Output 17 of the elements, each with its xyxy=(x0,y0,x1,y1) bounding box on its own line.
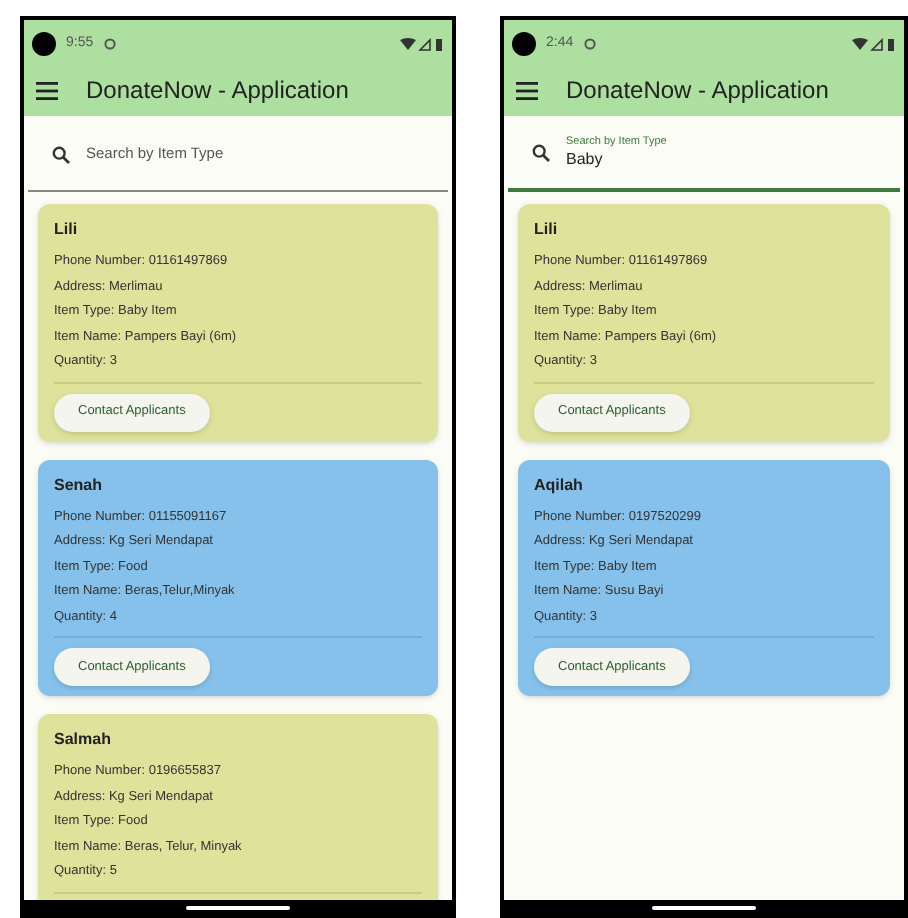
menu-icon[interactable] xyxy=(36,81,58,99)
search-icon xyxy=(52,145,70,163)
applicant-name: Salmah xyxy=(54,728,113,752)
applicant-name: Lili xyxy=(534,218,560,242)
settings-icon xyxy=(583,38,596,50)
home-handle-icon[interactable] xyxy=(652,906,756,910)
applicant-name: Lili xyxy=(54,218,80,242)
home-handle-icon[interactable] xyxy=(186,906,290,910)
app-title: DonateNow - Application xyxy=(86,74,349,108)
status-icons xyxy=(852,37,896,51)
search-icon xyxy=(532,144,550,162)
app-title: DonateNow - Application xyxy=(566,74,829,108)
settings-icon xyxy=(103,38,116,50)
status-icons xyxy=(400,37,444,51)
applicant-name: Aqilah xyxy=(534,473,585,497)
applicant-name: Senah xyxy=(54,473,105,497)
menu-icon[interactable] xyxy=(516,81,538,99)
